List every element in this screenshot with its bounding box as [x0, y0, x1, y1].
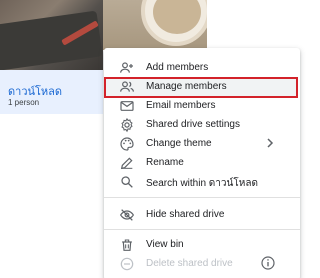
shared-drive-card[interactable]: ดาวน์โหลด 1 person: [0, 0, 103, 278]
menu-item-rename[interactable]: Rename: [104, 153, 300, 172]
menu-item-label: Hide shared drive: [146, 209, 225, 220]
menu-item-view-bin[interactable]: View bin: [104, 235, 300, 254]
gear-icon: [121, 117, 133, 133]
info-icon[interactable]: [260, 255, 276, 271]
adjacent-drive-theme-image: [103, 0, 207, 50]
menu-divider: [104, 197, 300, 198]
search-icon: [121, 176, 133, 188]
menu-item-search-within[interactable]: Search within ดาวน์โหลด: [104, 172, 300, 191]
chevron-right-icon: [267, 138, 274, 148]
menu-item-label: Search within ดาวน์โหลด: [146, 178, 258, 189]
trash-icon: [122, 239, 132, 251]
palette-icon: [120, 137, 134, 151]
drive-context-menu: Add members Manage members Email members…: [104, 48, 300, 278]
menu-item-delete-shared-drive: Delete shared drive: [104, 254, 300, 273]
menu-item-add-members[interactable]: Add members: [104, 58, 300, 77]
menu-item-change-theme[interactable]: Change theme: [104, 134, 300, 153]
menu-item-label: Add members: [146, 62, 209, 73]
drive-theme-image: [0, 0, 103, 70]
mail-icon: [120, 101, 134, 111]
drive-card-info[interactable]: ดาวน์โหลด 1 person: [0, 70, 103, 114]
menu-item-hide-shared-drive[interactable]: Hide shared drive: [104, 205, 300, 224]
menu-item-email-members[interactable]: Email members: [104, 96, 300, 115]
menu-item-label: Change theme: [146, 138, 212, 149]
remove-circle-icon: [120, 257, 134, 271]
eye-off-icon: [119, 209, 135, 221]
menu-item-label: Email members: [146, 100, 216, 111]
menu-item-manage-members[interactable]: Manage members: [104, 77, 298, 98]
pencil-icon: [120, 157, 133, 170]
drive-member-count: 1 person: [8, 98, 40, 107]
menu-item-label: Delete shared drive: [146, 258, 233, 269]
menu-divider: [104, 229, 300, 230]
people-icon: [120, 81, 134, 92]
menu-item-shared-drive-settings[interactable]: Shared drive settings: [104, 115, 300, 134]
menu-item-label: Shared drive settings: [146, 119, 240, 130]
menu-item-label: Rename: [146, 157, 184, 168]
menu-item-label: Manage members: [146, 81, 227, 92]
add-person-icon: [120, 62, 133, 73]
menu-item-label: View bin: [146, 239, 184, 250]
